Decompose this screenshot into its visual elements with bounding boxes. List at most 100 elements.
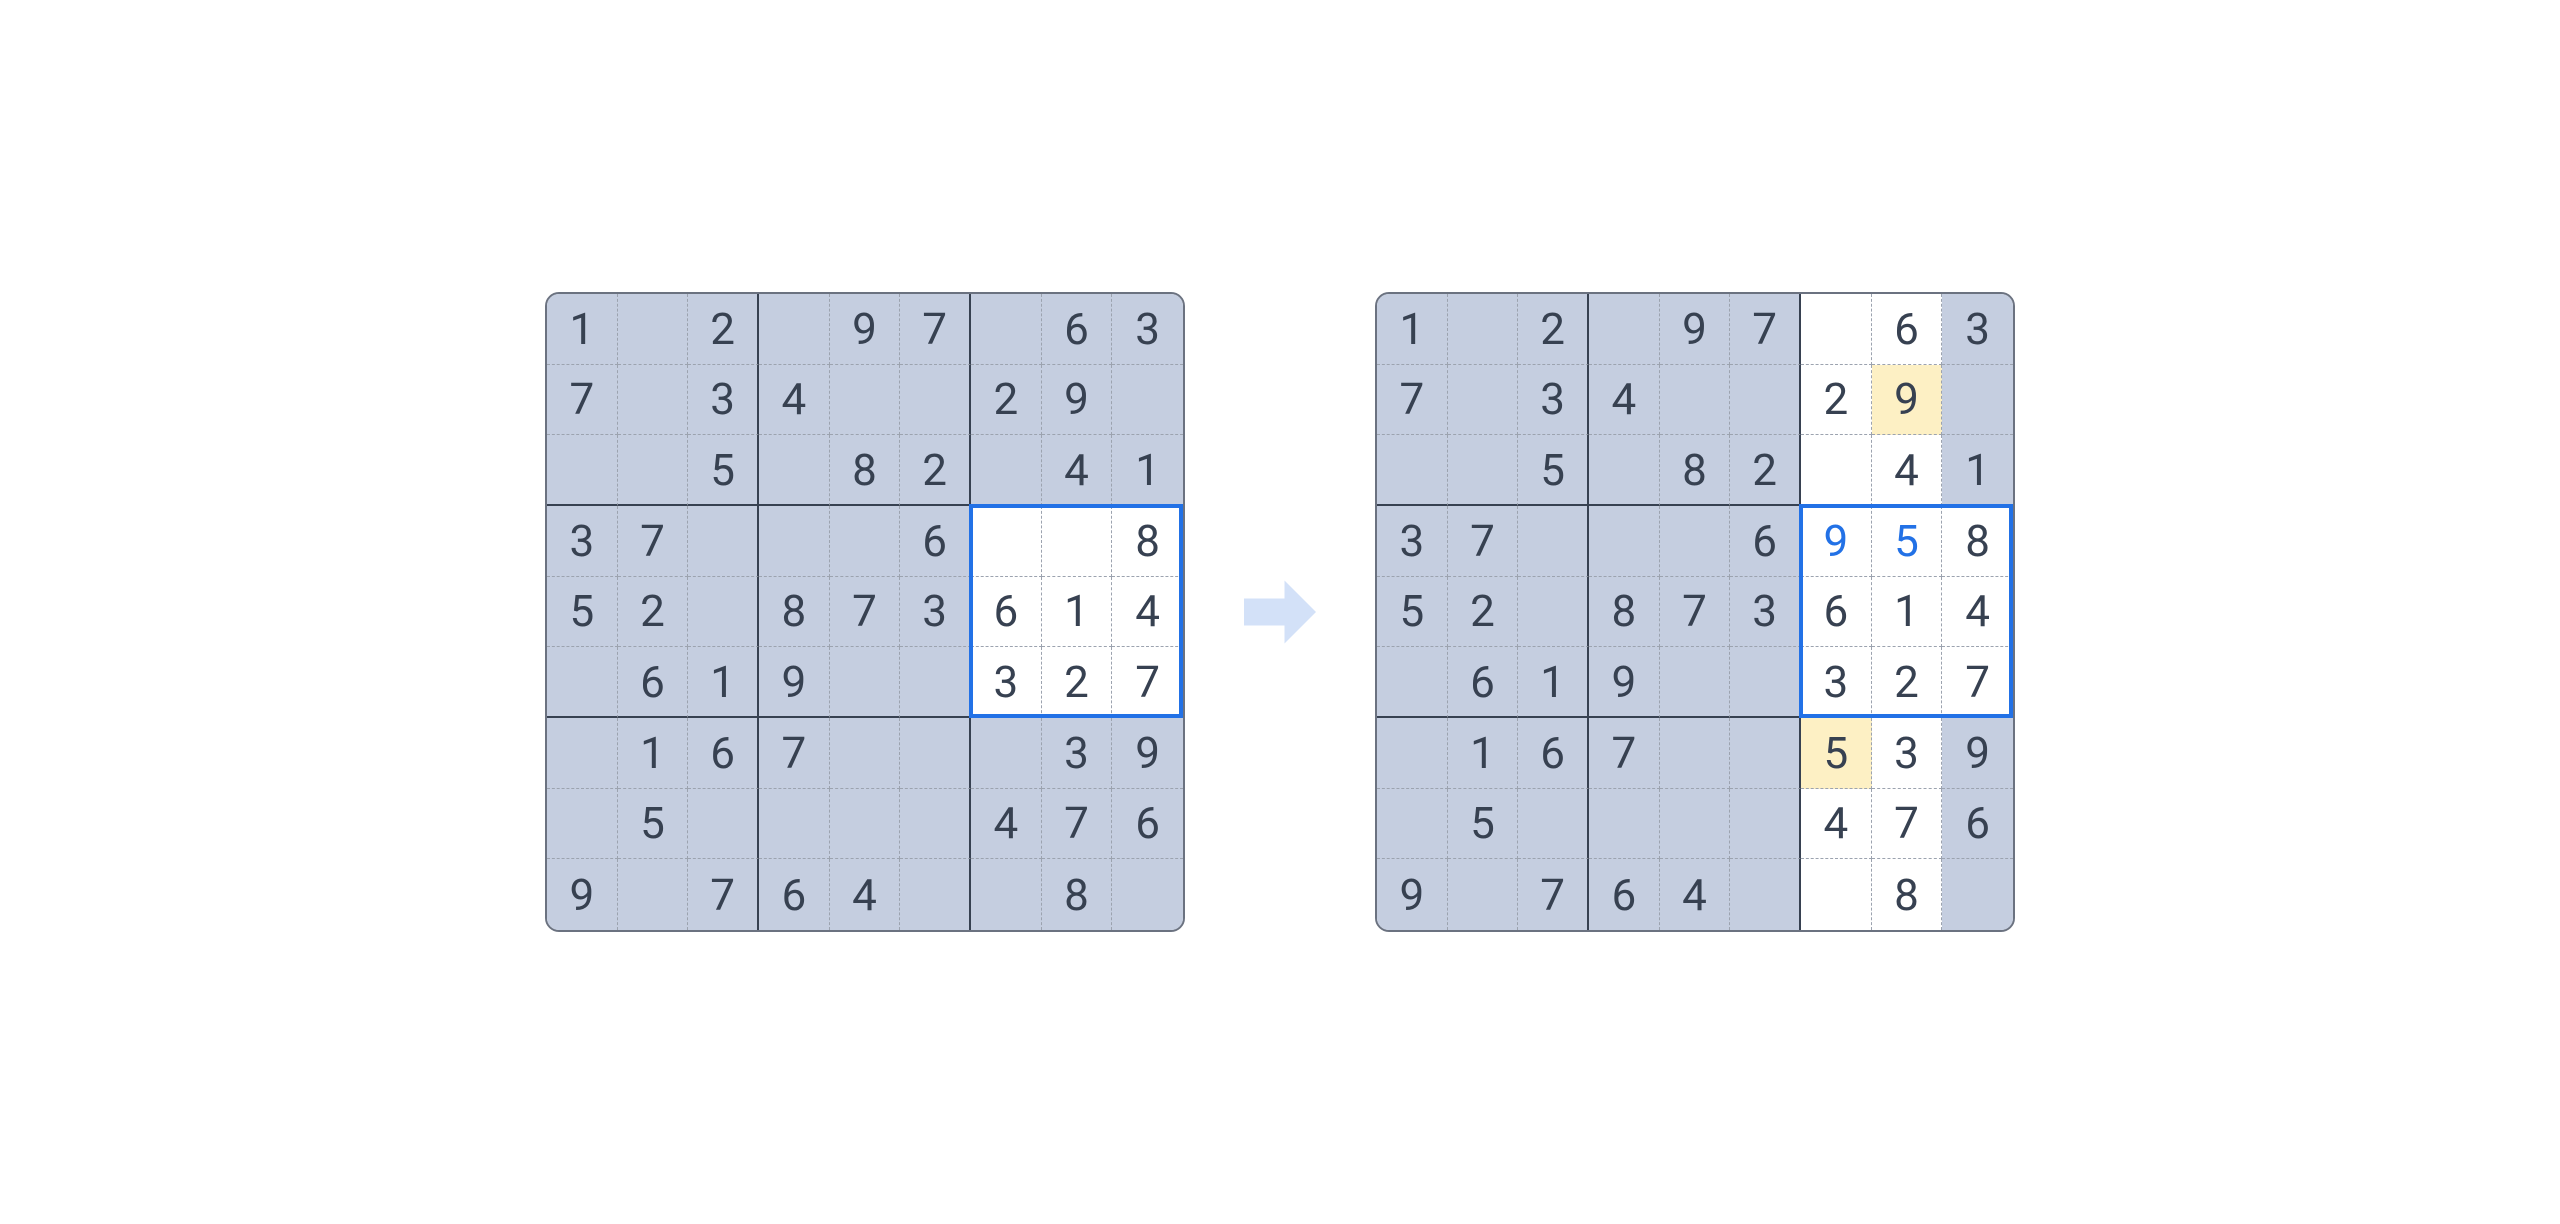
cell-r5-c2: 1 (1518, 647, 1589, 718)
cell-r7-c5 (900, 789, 971, 860)
cell-r3-c4 (830, 506, 901, 577)
cell-r8-c1 (1448, 859, 1519, 930)
cell-r2-c0 (1377, 435, 1448, 506)
cell-r2-c0 (547, 435, 618, 506)
cell-r7-c5 (1730, 789, 1801, 860)
cell-r1-c5 (900, 365, 971, 436)
cell-r7-c3 (759, 789, 830, 860)
cell-r4-c5: 3 (1730, 577, 1801, 648)
cell-r6-c7: 3 (1042, 718, 1113, 789)
cell-r5-c1: 6 (618, 647, 689, 718)
cell-r6-c5 (900, 718, 971, 789)
cell-r6-c7: 3 (1872, 718, 1943, 789)
cell-r1-c2: 3 (1518, 365, 1589, 436)
cell-r0-c0: 1 (1377, 294, 1448, 365)
cell-r8-c7: 8 (1042, 859, 1113, 930)
cell-r0-c7: 6 (1042, 294, 1113, 365)
sudoku-board-left: 1297637342958241376852873614619327167395… (545, 292, 1185, 932)
cell-r3-c8: 8 (1112, 506, 1183, 577)
cell-r7-c4 (1660, 789, 1731, 860)
cell-r5-c8: 7 (1942, 647, 2013, 718)
cell-r0-c3 (1589, 294, 1660, 365)
cell-r3-c1: 7 (618, 506, 689, 577)
cell-r6-c0 (1377, 718, 1448, 789)
cell-r6-c8: 9 (1942, 718, 2013, 789)
cell-r3-c4 (1660, 506, 1731, 577)
cell-r1-c5 (1730, 365, 1801, 436)
cell-r1-c8 (1942, 365, 2013, 436)
cell-r4-c6: 6 (1801, 577, 1872, 648)
cell-r5-c7: 2 (1872, 647, 1943, 718)
cell-r2-c3 (1589, 435, 1660, 506)
cell-r6-c4 (830, 718, 901, 789)
cell-r5-c4 (1660, 647, 1731, 718)
cell-r7-c4 (830, 789, 901, 860)
cell-r6-c4 (1660, 718, 1731, 789)
cell-r0-c8: 3 (1112, 294, 1183, 365)
cell-r6-c8: 9 (1112, 718, 1183, 789)
cell-r2-c5: 2 (1730, 435, 1801, 506)
cell-r4-c3: 8 (759, 577, 830, 648)
cell-r2-c4: 8 (830, 435, 901, 506)
cell-r5-c3: 9 (1589, 647, 1660, 718)
cell-r4-c4: 7 (1660, 577, 1731, 648)
cell-r0-c4: 9 (1660, 294, 1731, 365)
cell-r8-c0: 9 (547, 859, 618, 930)
cell-r8-c8 (1112, 859, 1183, 930)
cell-r3-c2 (688, 506, 759, 577)
cell-r3-c7: 5 (1872, 506, 1943, 577)
cell-r0-c2: 2 (1518, 294, 1589, 365)
left-board-wrapper: 1297637342958241376852873614619327167395… (545, 292, 1185, 932)
cell-r6-c0 (547, 718, 618, 789)
cell-r4-c4: 7 (830, 577, 901, 648)
cell-r3-c1: 7 (1448, 506, 1519, 577)
cell-r5-c5 (1730, 647, 1801, 718)
cell-r1-c4 (1660, 365, 1731, 436)
cell-r2-c6 (971, 435, 1042, 506)
cell-r4-c1: 2 (618, 577, 689, 648)
cell-r5-c3: 9 (759, 647, 830, 718)
cell-r6-c2: 6 (688, 718, 759, 789)
cell-r0-c1 (618, 294, 689, 365)
cell-r7-c0 (547, 789, 618, 860)
cell-r3-c5: 6 (1730, 506, 1801, 577)
cell-r7-c7: 7 (1872, 789, 1943, 860)
cell-r0-c5: 7 (1730, 294, 1801, 365)
cell-r1-c7: 9 (1872, 365, 1943, 436)
cell-r3-c6 (971, 506, 1042, 577)
cell-r7-c1: 5 (1448, 789, 1519, 860)
cell-r4-c7: 1 (1042, 577, 1113, 648)
cell-r4-c5: 3 (900, 577, 971, 648)
cell-r1-c4 (830, 365, 901, 436)
cell-r7-c2 (1518, 789, 1589, 860)
cell-r2-c1 (618, 435, 689, 506)
cell-r5-c0 (547, 647, 618, 718)
cell-r1-c1 (618, 365, 689, 436)
cell-r1-c6: 2 (971, 365, 1042, 436)
cell-r5-c0 (1377, 647, 1448, 718)
cell-r2-c8: 1 (1942, 435, 2013, 506)
arrow-icon (1235, 567, 1325, 657)
cell-r1-c2: 3 (688, 365, 759, 436)
cell-r0-c5: 7 (900, 294, 971, 365)
cell-r7-c6: 4 (1801, 789, 1872, 860)
cell-r8-c0: 9 (1377, 859, 1448, 930)
cell-r7-c3 (1589, 789, 1660, 860)
cell-r1-c0: 7 (1377, 365, 1448, 436)
cell-r7-c1: 5 (618, 789, 689, 860)
cell-r6-c2: 6 (1518, 718, 1589, 789)
cell-r1-c3: 4 (759, 365, 830, 436)
cell-r3-c3 (1589, 506, 1660, 577)
cell-r4-c2 (1518, 577, 1589, 648)
cell-r3-c7 (1042, 506, 1113, 577)
cell-r3-c8: 8 (1942, 506, 2013, 577)
cell-r0-c6 (1801, 294, 1872, 365)
cell-r8-c2: 7 (688, 859, 759, 930)
cell-r5-c6: 3 (971, 647, 1042, 718)
cell-r2-c2: 5 (1518, 435, 1589, 506)
cell-r4-c7: 1 (1872, 577, 1943, 648)
cell-r6-c1: 1 (618, 718, 689, 789)
cell-r4-c8: 4 (1942, 577, 2013, 648)
cell-r0-c1 (1448, 294, 1519, 365)
cell-r2-c7: 4 (1042, 435, 1113, 506)
